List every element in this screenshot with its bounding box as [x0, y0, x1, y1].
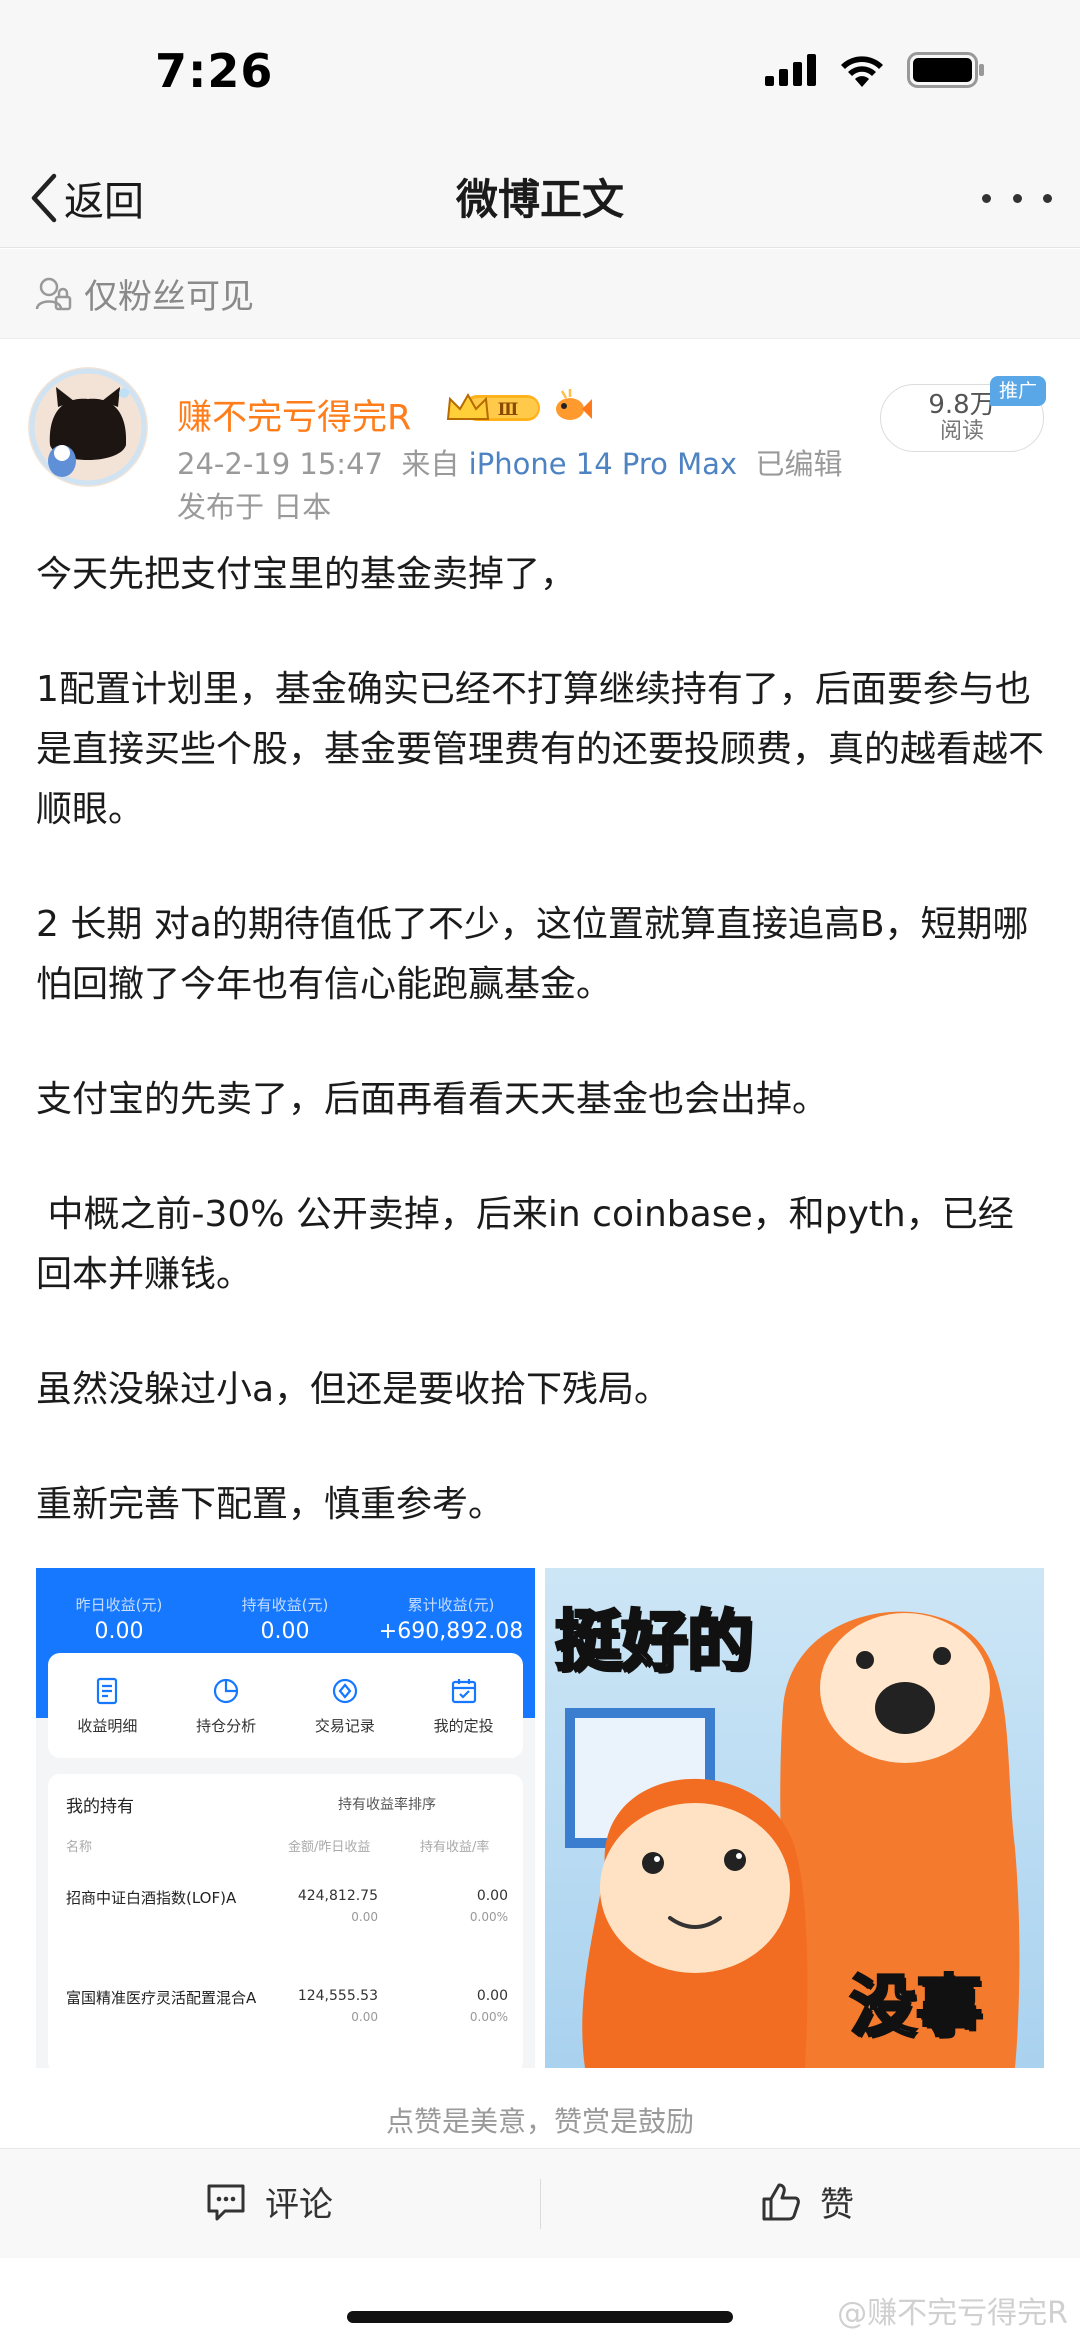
- coin-icon: [332, 1678, 357, 1704]
- battery-icon: [907, 52, 984, 88]
- receipt-icon: [97, 1677, 118, 1705]
- fund-stat: 持有收益(元) 0.00: [202, 1594, 368, 1644]
- holdings-sort: 持有收益率排序: [338, 1797, 436, 1813]
- fund-holdings-list: 我的持有 持有收益率排序 名称 金额/昨日收益 持有收益/率 招商中证白酒指数(…: [48, 1774, 523, 2068]
- post-device[interactable]: iPhone 14 Pro Max: [469, 447, 737, 481]
- fund-menu-item: 持仓分析: [196, 1675, 256, 1736]
- fund-menu-label: 持仓分析: [196, 1717, 257, 1735]
- holdings-title: 我的持有: [66, 1797, 134, 1817]
- avatar-image: [28, 367, 148, 487]
- meme-image[interactable]: 挺好的 没事: [545, 1568, 1044, 2068]
- home-indicator[interactable]: [347, 2311, 733, 2323]
- post-paragraph: 虽然没躲过小a，但还是要收拾下残局。: [36, 1369, 671, 1410]
- back-label: 返回: [64, 179, 144, 225]
- fund-rate: 0.00%: [469, 1910, 508, 1924]
- username[interactable]: 赚不完亏得完R: [177, 389, 411, 440]
- fund-stat-label: 累计收益(元): [407, 1596, 495, 1614]
- fund-stat-value: 0.00: [260, 1619, 310, 1644]
- status-icons: [765, 52, 985, 88]
- level-badge-text: Ⅲ: [498, 400, 519, 420]
- fish-badge-icon[interactable]: [552, 389, 592, 427]
- fans-only-icon: [35, 277, 72, 310]
- post-paragraph: 中概之前-30% 公开卖掉，后来in coinbase，和pyth，已经回本并赚…: [36, 1194, 1014, 1295]
- vip-crown-badge-icon[interactable]: Ⅲ: [446, 389, 542, 427]
- fund-stat: 昨日收益(元) 0.00: [36, 1594, 202, 1644]
- post-paragraph: 1配置计划里，基金确实已经不打算继续持有了，后面要参与也是直接买些个股，基金要管…: [36, 669, 1045, 830]
- thumbs-up-icon: [762, 2183, 800, 2220]
- avatar[interactable]: [28, 367, 148, 487]
- post-paragraph: 2 长期 对a的期待值低了不少，这位置就算直接追高B，短期哪怕回撤了今年也有信心…: [36, 904, 1029, 1005]
- nav-bar: 返回 微博正文: [0, 150, 1080, 248]
- meme-top-text: 挺好的: [554, 1602, 755, 1682]
- post-header: 赚不完亏得完R Ⅲ 24-2-19 15:47 来自 iPhone 14 Pro…: [0, 339, 1080, 539]
- fund-menu: 收益明细 持仓分析 交易记录 我的定投: [48, 1653, 523, 1758]
- fund-stat: 累计收益(元) +690,892.08: [368, 1594, 534, 1644]
- promo-tag[interactable]: 推广: [990, 376, 1046, 406]
- post-location: 发布于 日本: [177, 490, 332, 524]
- fund-amount: 124,555.53: [297, 1988, 378, 2004]
- weibo-watermark: @赚不完亏得完R: [837, 2296, 1068, 2331]
- fund-profit: 0.00: [476, 1888, 508, 1904]
- fund-stat-label: 昨日收益(元): [75, 1596, 163, 1614]
- action-bar: 评论 赞: [0, 2148, 1080, 2258]
- column-header: 金额/昨日收益: [288, 1840, 371, 1855]
- read-label: 阅读: [939, 419, 984, 444]
- fund-profit: 0.00: [476, 1988, 508, 2004]
- more-button[interactable]: [982, 178, 1052, 218]
- post-time: 24-2-19 15:47: [177, 447, 383, 481]
- fund-rate: 0.00%: [469, 2010, 508, 2024]
- fund-menu-item: 我的定投: [434, 1675, 494, 1736]
- post-paragraph: 今天先把支付宝里的基金卖掉了，: [36, 554, 577, 595]
- more-dot-icon: [982, 193, 991, 203]
- page-title: 微博正文: [455, 175, 624, 224]
- fund-screenshot-image[interactable]: 昨日收益(元) 0.00 持有收益(元) 0.00 累计收益(元) +690,8…: [36, 1568, 535, 2068]
- visibility-label: 仅粉丝可见: [84, 277, 254, 317]
- fund-menu-label: 交易记录: [314, 1717, 375, 1735]
- fund-menu-item: 收益明细: [77, 1675, 137, 1736]
- column-header: 名称: [66, 1840, 93, 1855]
- fund-yesterday: 0.00: [351, 1910, 378, 1924]
- chevron-left-icon: [31, 173, 57, 223]
- more-dot-icon: [1012, 193, 1022, 203]
- status-bar: 7:26: [0, 0, 1080, 150]
- user-badges: Ⅲ: [446, 389, 592, 427]
- action-divider: [540, 2179, 541, 2229]
- post-paragraph: 重新完善下配置，慎重参考。: [36, 1484, 505, 1525]
- meme-bottom-text: 没事: [849, 1967, 984, 2047]
- fund-stat-value: 0.00: [94, 1619, 144, 1644]
- wifi-icon: [841, 56, 883, 87]
- pie-chart-icon: [214, 1678, 239, 1704]
- fund-yesterday: 0.00: [351, 2010, 378, 2024]
- fund-amount: 424,812.75: [297, 1888, 378, 1904]
- post-edited[interactable]: 已编辑: [756, 447, 843, 481]
- fund-stat-value: +690,892.08: [378, 1619, 524, 1644]
- bottom-area: @赚不完亏得完R: [0, 2258, 1080, 2341]
- comment-label: 评论: [265, 2185, 333, 2225]
- more-dot-icon: [1043, 193, 1052, 203]
- comment-button[interactable]: 评论: [205, 2177, 333, 2226]
- post-body: 今天先把支付宝里的基金卖掉了， 1配置计划里，基金确实已经不打算继续持有了，后面…: [36, 545, 1048, 1535]
- like-button[interactable]: 赞: [760, 2177, 854, 2226]
- like-label: 赞: [820, 2185, 854, 2225]
- fund-menu-label: 收益明细: [77, 1717, 138, 1735]
- visibility-bar: 仅粉丝可见: [0, 249, 1080, 339]
- post-paragraph: 支付宝的先卖了，后面再看看天天基金也会出掉。: [36, 1079, 829, 1120]
- post-from: 来自: [401, 447, 460, 481]
- column-header: 持有收益/率: [420, 1840, 490, 1855]
- back-button[interactable]: 返回: [28, 166, 144, 230]
- comment-icon: [207, 2184, 245, 2220]
- fund-stat-label: 持有收益(元): [241, 1596, 329, 1614]
- fund-menu-label: 我的定投: [433, 1717, 494, 1735]
- post-meta: 24-2-19 15:47 来自 iPhone 14 Pro Max 已编辑: [177, 441, 843, 483]
- calendar-icon: [451, 1679, 476, 1704]
- status-time: 7:26: [155, 44, 274, 98]
- fund-menu-item: 交易记录: [315, 1675, 375, 1736]
- post-images: 昨日收益(元) 0.00 持有收益(元) 0.00 累计收益(元) +690,8…: [36, 1568, 1044, 2068]
- signal-icon: [765, 54, 816, 86]
- reward-hint: 点赞是美意，赞赏是鼓励: [385, 2105, 694, 2138]
